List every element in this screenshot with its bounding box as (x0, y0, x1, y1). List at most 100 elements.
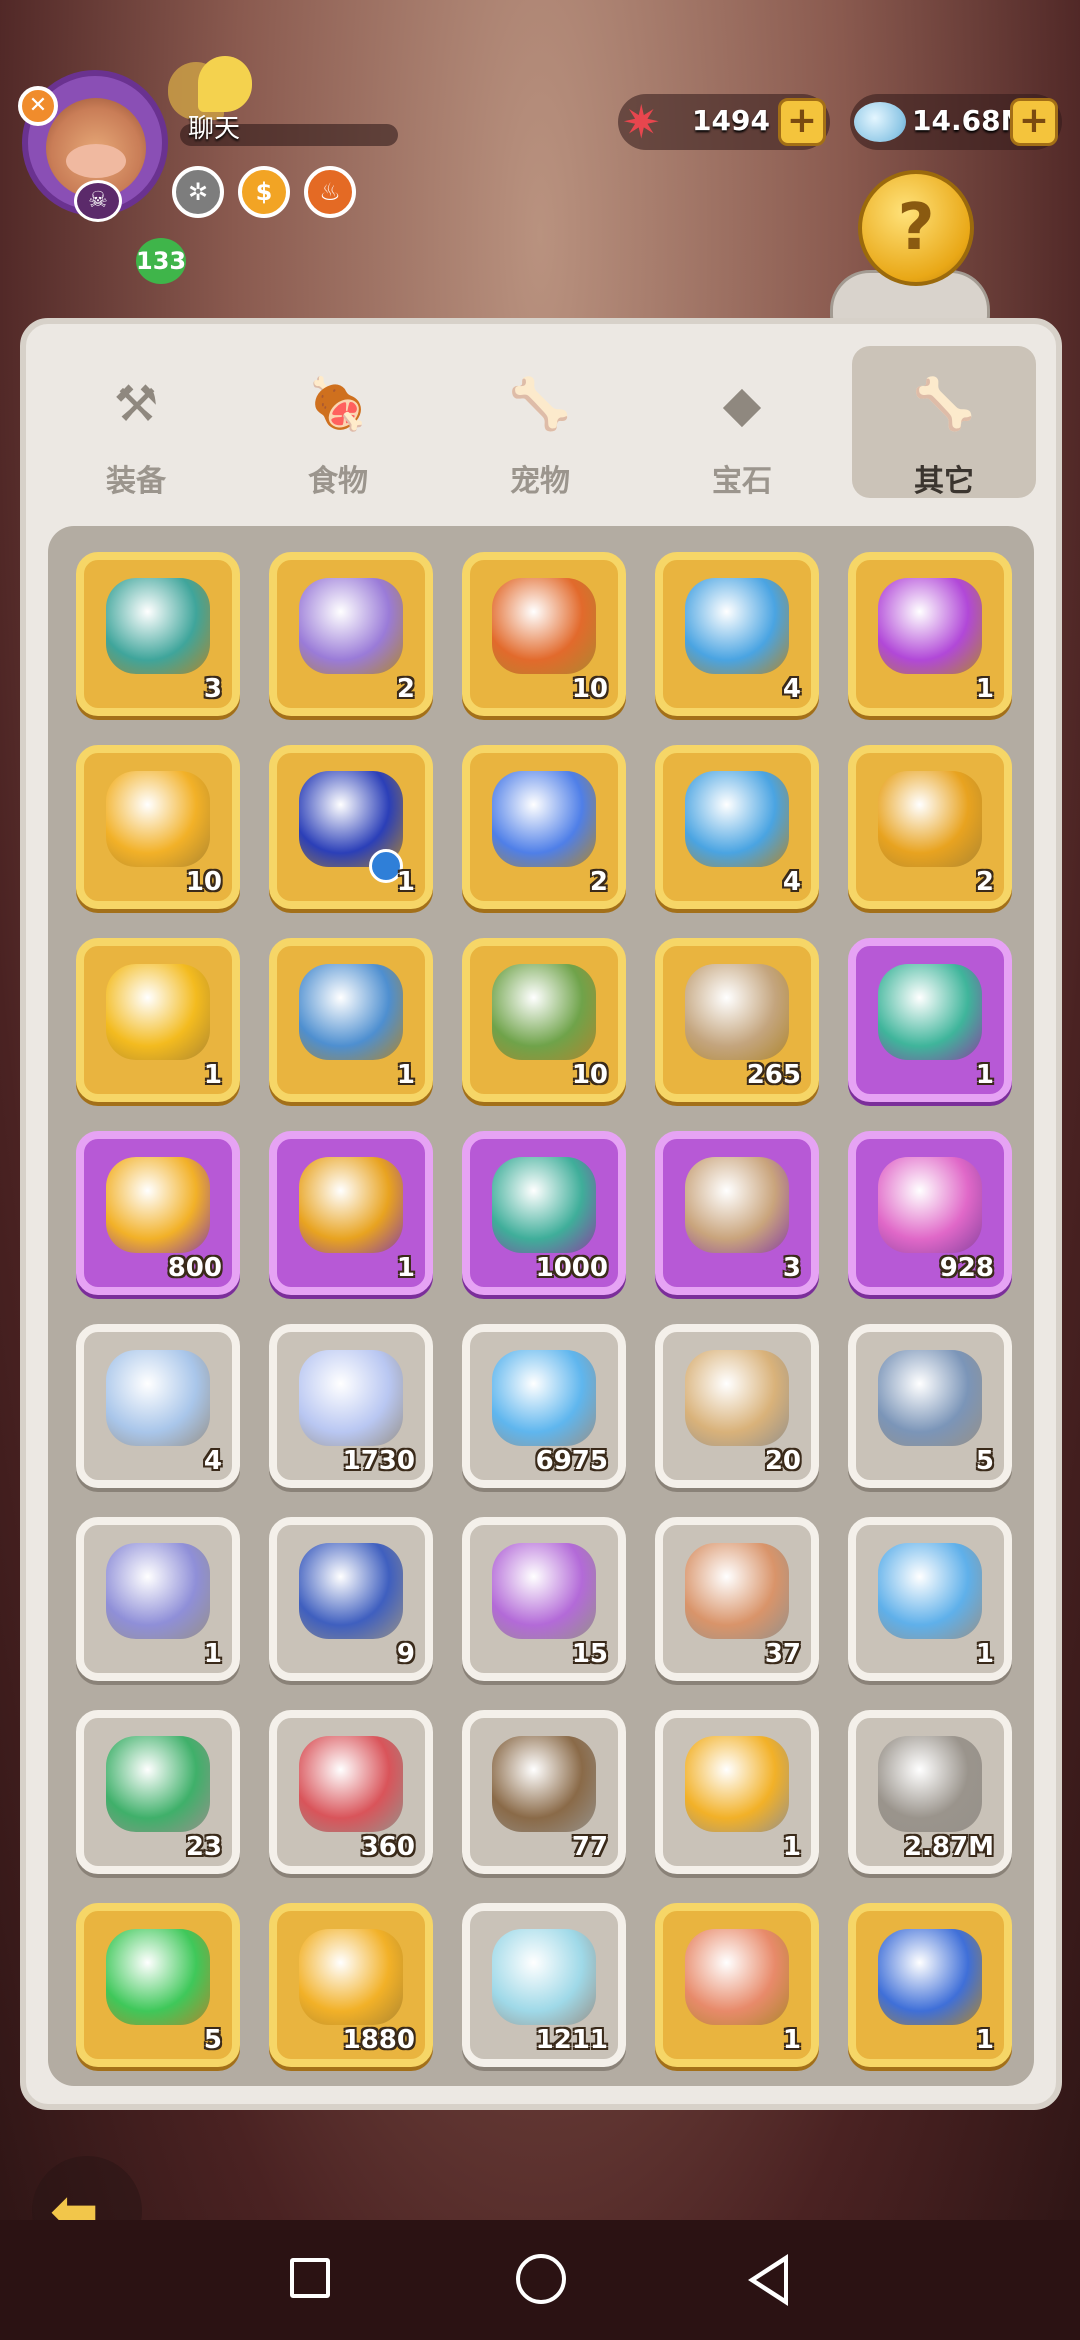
player-level-badge: 133 (136, 238, 186, 284)
help-button[interactable]: ? (830, 170, 990, 340)
blue-ticket-icon (299, 964, 403, 1060)
item-count: 265 (746, 1060, 801, 1090)
inventory-item[interactable]: 10 (76, 745, 240, 909)
inventory-item[interactable]: 1 (269, 1131, 433, 1295)
item-count: 1 (396, 1253, 415, 1283)
tab-label: 其它 (914, 464, 974, 499)
gem-icon: ◆ (722, 375, 762, 433)
inventory-item[interactable]: 1 (76, 1517, 240, 1681)
inventory-item[interactable]: 1730 (269, 1324, 433, 1488)
tab-bone[interactable]: 🦴 其它 (852, 346, 1036, 499)
inventory-item[interactable]: 1211 (462, 1903, 626, 2067)
item-count: 928 (939, 1253, 994, 1283)
inventory-item[interactable]: 800 (76, 1131, 240, 1295)
question-coin-icon: ? (858, 170, 974, 286)
inventory-item[interactable]: 2.87M (848, 1710, 1012, 1874)
inventory-item[interactable]: 1 (269, 745, 433, 909)
chat-button[interactable]: 聊天 (168, 56, 398, 150)
starfish-currency: ✷ 1494 + (618, 94, 830, 150)
purple-bag-icon (878, 578, 982, 674)
inventory-item[interactable]: 77 (462, 1710, 626, 1874)
gold-coin-icon (106, 771, 210, 867)
item-count: 4 (782, 867, 801, 897)
moon-shard-icon (106, 1350, 210, 1446)
inventory-item[interactable]: 4 (655, 552, 819, 716)
player-avatar[interactable]: ✕ ☠ 133 (18, 70, 186, 284)
inventory-item[interactable]: 1000 (462, 1131, 626, 1295)
item-count: 9 (396, 1639, 415, 1669)
inventory-item[interactable]: 1 (655, 1710, 819, 1874)
item-count: 1 (782, 1832, 801, 1862)
blue-rune-stone-icon (299, 1543, 403, 1639)
item-count: 15 (571, 1639, 608, 1669)
play-ticket-icon (492, 1736, 596, 1832)
rune-coin-icon (299, 1929, 403, 2025)
item-count: 1 (975, 674, 994, 704)
inventory-item[interactable]: 23 (76, 1710, 240, 1874)
item-count: 2 (589, 867, 608, 897)
photo-card-icon (685, 1929, 789, 2025)
spotted-bag-icon (685, 1350, 789, 1446)
inventory-item[interactable]: 10 (462, 938, 626, 1102)
item-count: 5 (975, 1446, 994, 1476)
status-icons: ✲ $ ♨ (172, 166, 356, 220)
inventory-item[interactable]: 1 (269, 938, 433, 1102)
blue-card-icon (878, 1543, 982, 1639)
pet-icon: 🦴 (508, 375, 572, 433)
coin-badge-icon[interactable]: $ (238, 166, 290, 218)
inventory-item[interactable]: 9 (269, 1517, 433, 1681)
inventory-item[interactable]: 3 (655, 1131, 819, 1295)
item-count: 23 (185, 1832, 222, 1862)
inventory-item[interactable]: 1880 (269, 1903, 433, 2067)
inventory-item[interactable]: 10 (462, 552, 626, 716)
fire-badge-icon[interactable]: ♨ (304, 166, 356, 218)
inventory-item[interactable]: 1 (848, 1903, 1012, 2067)
starfish-icon: ✷ (622, 95, 661, 149)
item-count: 37 (764, 1639, 801, 1669)
tab-gem[interactable]: ◆ 宝石 (650, 346, 834, 499)
inventory-item[interactable]: 2 (269, 552, 433, 716)
item-count: 10 (571, 674, 608, 704)
inventory-item[interactable]: 15 (462, 1517, 626, 1681)
inventory-item[interactable]: 2 (462, 745, 626, 909)
inventory-item[interactable]: 1 (848, 552, 1012, 716)
back-nav-button[interactable] (748, 2254, 788, 2306)
crystal-icon (854, 102, 906, 142)
inventory-item[interactable]: 360 (269, 1710, 433, 1874)
tab-pet[interactable]: 🦴 宠物 (448, 346, 632, 499)
item-count: 1211 (535, 2025, 608, 2055)
inventory-item[interactable]: 5 (76, 1903, 240, 2067)
item-count: 2 (975, 867, 994, 897)
crystal-currency: 14.68M + (850, 94, 1062, 150)
carrot-bag-icon (106, 578, 210, 674)
inventory-item[interactable]: 265 (655, 938, 819, 1102)
sonic-card-icon (878, 1929, 982, 2025)
inventory-item[interactable]: 4 (76, 1324, 240, 1488)
item-count: 1 (203, 1639, 222, 1669)
paw-badge-icon[interactable]: ✲ (172, 166, 224, 218)
add-crystal-button[interactable]: + (1010, 98, 1058, 146)
starfish-value: 1494 (692, 104, 770, 137)
inventory-item[interactable]: 1 (655, 1903, 819, 2067)
inventory-item[interactable]: 928 (848, 1131, 1012, 1295)
star-badge-icon (106, 1157, 210, 1253)
category-tabs: ⚒ 装备 🍖 食物 🦴 宠物 ◆ 宝石 🦴 其它 (44, 346, 1044, 499)
inventory-item[interactable]: 1 (848, 938, 1012, 1102)
tab-food[interactable]: 🍖 食物 (246, 346, 430, 499)
inventory-item[interactable]: 3 (76, 552, 240, 716)
red-ticket-icon (299, 1736, 403, 1832)
gem-bag-icon (685, 578, 789, 674)
inventory-item[interactable]: 6975 (462, 1324, 626, 1488)
add-starfish-button[interactable]: + (778, 98, 826, 146)
inventory-item[interactable]: 1 (76, 938, 240, 1102)
home-button[interactable] (516, 2254, 566, 2304)
inventory-item[interactable]: 1 (848, 1517, 1012, 1681)
inventory-item[interactable]: 4 (655, 745, 819, 909)
recents-button[interactable] (290, 2258, 330, 2298)
inventory-item[interactable]: 2 (848, 745, 1012, 909)
tab-equipment[interactable]: ⚒ 装备 (44, 346, 228, 499)
inventory-item[interactable]: 5 (848, 1324, 1012, 1488)
inventory-item[interactable]: 37 (655, 1517, 819, 1681)
item-count: 20 (764, 1446, 801, 1476)
inventory-item[interactable]: 20 (655, 1324, 819, 1488)
